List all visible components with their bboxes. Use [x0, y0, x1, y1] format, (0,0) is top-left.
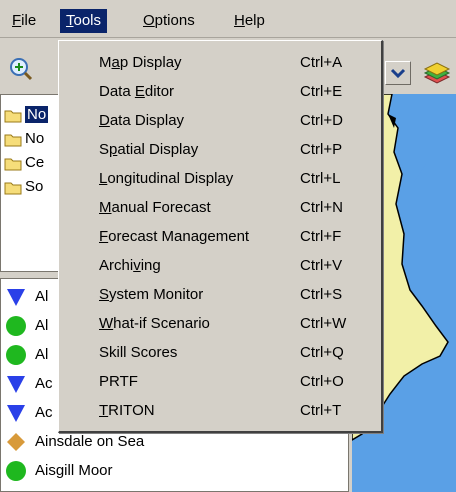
menu-item-label: Map Display [99, 54, 182, 71]
menu-item-triton[interactable]: TRITON Ctrl+T [59, 397, 381, 424]
station-label: Aisgill Moor [35, 462, 113, 479]
layers-icon [423, 62, 451, 84]
menu-item-label: Manual Forecast [99, 199, 211, 216]
menu-item-label: Spatial Display [99, 141, 199, 158]
menu-item-what-if-scenario[interactable]: What-if Scenario Ctrl+W [59, 310, 381, 337]
station-label: Al [35, 288, 49, 305]
menu-item-shortcut: Ctrl+T [300, 402, 342, 419]
menu-item-shortcut: Ctrl+N [300, 199, 343, 216]
zoom-in-button[interactable] [7, 56, 35, 82]
menu-options-label-rest: ptions [154, 12, 195, 29]
menu-item-manual-forecast[interactable]: Manual Forecast Ctrl+N [59, 194, 381, 221]
menu-bar: File Tools Options Help [0, 0, 456, 38]
station-label: Ac [35, 375, 53, 392]
menu-item-label: TRITON [99, 402, 155, 419]
menu-item-data-editor[interactable]: Data Editor Ctrl+E [59, 78, 381, 105]
menu-item-data-display[interactable]: Data Display Ctrl+D [59, 107, 381, 134]
tree-item-label: No [25, 130, 45, 147]
menu-item-shortcut: Ctrl+P [300, 141, 343, 158]
list-item[interactable]: Al [5, 283, 48, 311]
list-item[interactable]: Aisgill Moor [5, 457, 113, 485]
menu-item-label: Data Editor [99, 83, 175, 100]
menu-help-label-rest: elp [244, 12, 265, 29]
blue-triangle-icon [7, 405, 25, 423]
menu-options-mnemonic: O [143, 12, 155, 29]
menu-item-archiving[interactable]: Archiving Ctrl+V [59, 252, 381, 279]
blue-triangle-icon [7, 289, 25, 307]
menu-item-prtf[interactable]: PRTF Ctrl+O [59, 368, 381, 395]
blue-triangle-icon [7, 376, 25, 394]
menu-item-shortcut: Ctrl+S [300, 286, 343, 303]
menu-item-shortcut: Ctrl+A [300, 54, 343, 71]
menu-item-skill-scores[interactable]: Skill Scores Ctrl+Q [59, 339, 381, 366]
tree-item-label: No [25, 106, 49, 123]
tree-item[interactable]: No [4, 127, 44, 151]
tree-item-label: So [25, 178, 44, 195]
station-label: Al [35, 346, 49, 363]
tree-item[interactable]: No [4, 103, 49, 127]
menu-item-shortcut: Ctrl+V [300, 257, 343, 274]
tree-item[interactable]: So [4, 175, 43, 199]
menu-help[interactable]: Help [228, 9, 271, 33]
menu-item-shortcut: Ctrl+Q [300, 344, 344, 361]
menu-item-map-display[interactable]: Map Display Ctrl+A [59, 49, 381, 76]
zoom-in-icon [10, 58, 33, 81]
menu-help-mnemonic: H [234, 12, 245, 29]
folder-icon [4, 182, 22, 195]
folder-icon [4, 110, 22, 123]
menu-file-mnemonic: F [12, 12, 22, 29]
green-circle-icon [6, 345, 26, 366]
menu-item-label: Archiving [99, 257, 161, 274]
tree-item-label: Ce [25, 154, 45, 171]
station-label: Ainsdale on Sea [35, 433, 145, 450]
orange-diamond-icon [7, 433, 25, 452]
menu-item-shortcut: Ctrl+E [300, 83, 343, 100]
menu-item-label: Skill Scores [99, 344, 178, 361]
list-item[interactable]: Ac [5, 370, 53, 398]
menu-tools-mnemonic: T [66, 12, 74, 29]
station-label: Al [35, 317, 49, 334]
menu-file[interactable]: File [6, 9, 42, 33]
list-item[interactable]: Ac [5, 399, 53, 427]
menu-item-spatial-display[interactable]: Spatial Display Ctrl+P [59, 136, 381, 163]
tools-menu: Map Display Ctrl+A Data Editor Ctrl+E Da… [58, 40, 383, 433]
tree-item[interactable]: Ce [4, 151, 44, 175]
menu-item-label: PRTF [99, 373, 138, 390]
menu-item-shortcut: Ctrl+L [300, 170, 341, 187]
menu-item-label: Forecast Management [99, 228, 250, 245]
list-item[interactable]: Al [5, 312, 48, 340]
menu-options[interactable]: Options [137, 9, 201, 33]
menu-item-shortcut: Ctrl+D [300, 112, 343, 129]
menu-item-shortcut: Ctrl+O [300, 373, 344, 390]
menu-item-longitudinal-display[interactable]: Longitudinal Display Ctrl+L [59, 165, 381, 192]
folder-icon [4, 158, 22, 171]
station-label: Ac [35, 404, 53, 421]
folder-icon [4, 134, 22, 147]
menu-item-label: Data Display [99, 112, 185, 129]
menu-item-label: Longitudinal Display [99, 170, 234, 187]
menu-tools-label-rest: ools [73, 12, 102, 29]
menu-tools[interactable]: Tools [60, 9, 108, 33]
green-circle-icon [6, 316, 26, 337]
chevron-down-icon [390, 68, 406, 79]
menu-item-shortcut: Ctrl+W [300, 315, 347, 332]
layer-combo-dropdown-button[interactable] [385, 61, 411, 85]
menu-item-shortcut: Ctrl+F [300, 228, 342, 245]
menu-file-label-rest: ile [21, 12, 37, 29]
menu-item-forecast-management[interactable]: Forecast Management Ctrl+F [59, 223, 381, 250]
menu-item-label: System Monitor [99, 286, 204, 303]
menu-item-system-monitor[interactable]: System Monitor Ctrl+S [59, 281, 381, 308]
green-circle-icon [6, 461, 26, 482]
list-item[interactable]: Al [5, 341, 48, 369]
menu-item-label: What-if Scenario [99, 315, 210, 332]
layers-button[interactable] [421, 59, 451, 87]
